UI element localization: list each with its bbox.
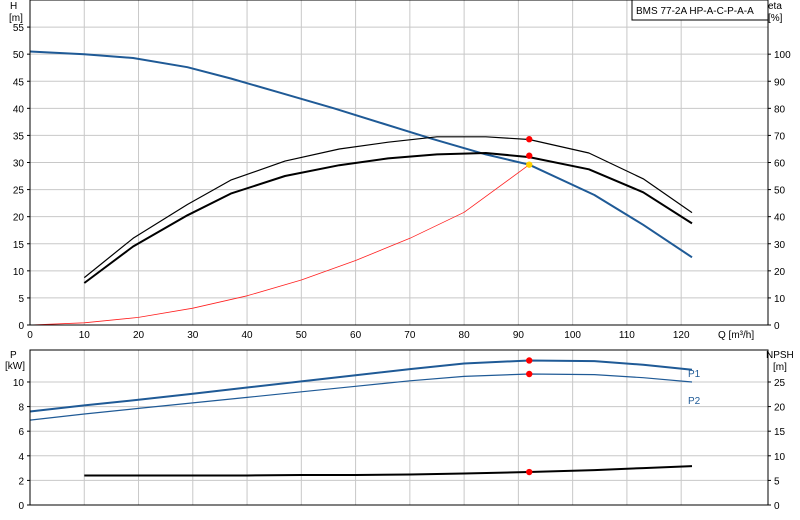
x-tick-label: 50 [296, 330, 308, 341]
y-left-tick-label: 8 [18, 403, 24, 414]
y-left-tick-label: 25 [13, 186, 25, 197]
y-right-tick-label: 20 [774, 267, 786, 278]
operating-point-marker [526, 136, 533, 143]
x-tick-label: 0 [27, 330, 33, 341]
y-right-tick-label: 30 [774, 240, 786, 251]
x-axis-label: Q [m³/h] [718, 330, 754, 341]
y-left-tick-label: 10 [13, 267, 25, 278]
x-tick-label: 30 [187, 330, 199, 341]
x-tick-label: 60 [350, 330, 362, 341]
x-tick-label: 70 [404, 330, 416, 341]
y-right-tick-label: 25 [774, 378, 786, 389]
y-left-tick-label: 10 [13, 378, 25, 389]
operating-point-marker [526, 370, 533, 378]
y-right-tick-label: 40 [774, 213, 786, 224]
top-y-left-unit: [m] [9, 13, 23, 24]
bottom-y-left-unit: [kW] [5, 361, 25, 372]
y-right-tick-label: 0 [774, 501, 780, 512]
y-left-tick-label: 0 [18, 501, 24, 512]
y-left-tick-label: 15 [13, 240, 25, 251]
top-y-left-label: H [10, 1, 17, 12]
y-left-tick-label: 6 [18, 427, 24, 438]
p1-series-label: P1 [688, 369, 701, 380]
top-y-right-label: eta [768, 1, 782, 12]
top-y-right-unit: [%] [768, 13, 783, 24]
x-tick-label: 90 [513, 330, 525, 341]
y-left-tick-label: 20 [13, 213, 25, 224]
x-tick-label: 40 [241, 330, 253, 341]
y-right-tick-label: 15 [774, 427, 786, 438]
y-left-tick-label: 45 [13, 77, 25, 88]
bottom-y-left-label: P [10, 350, 17, 361]
y-right-tick-label: 100 [774, 50, 791, 61]
y-left-tick-label: 35 [13, 131, 25, 142]
y-left-tick-label: 4 [18, 452, 24, 463]
y-left-tick-label: 55 [13, 23, 25, 34]
y-right-tick-label: 90 [774, 77, 786, 88]
y-right-tick-label: 10 [774, 294, 786, 305]
operating-point-marker [526, 357, 533, 364]
x-tick-label: 120 [673, 330, 690, 341]
y-right-tick-label: 60 [774, 159, 786, 170]
p2-series-label: P2 [688, 396, 701, 407]
x-tick-label: 110 [619, 330, 635, 341]
y-right-tick-label: 50 [774, 186, 786, 197]
y-left-tick-label: 5 [18, 294, 24, 305]
y-left-tick-label: 2 [18, 476, 24, 487]
operating-point-marker [526, 161, 533, 168]
y-left-tick-label: 40 [13, 104, 25, 115]
y-left-tick-label: 0 [18, 321, 24, 332]
y-left-tick-label: 50 [13, 50, 25, 61]
x-tick-label: 20 [133, 330, 145, 341]
pump-performance-chart: 0510152025303540455055010203040506070809… [0, 0, 800, 520]
bottom-y-right-label: NPSH [766, 350, 794, 361]
y-right-tick-label: 0 [774, 321, 780, 332]
y-right-tick-label: 10 [774, 452, 786, 463]
y-left-tick-label: 30 [13, 159, 25, 170]
operating-point-marker [526, 152, 533, 159]
y-right-tick-label: 80 [774, 104, 786, 115]
pump-title: BMS 77-2A HP-A-C-P-A-A [636, 6, 754, 17]
y-right-tick-label: 70 [774, 131, 786, 142]
y-right-tick-label: 20 [774, 403, 786, 414]
y-right-tick-label: 5 [774, 476, 780, 487]
x-tick-label: 100 [564, 330, 581, 341]
bottom-y-right-unit: [m] [773, 362, 787, 373]
chart-background [0, 0, 800, 520]
operating-point-marker [526, 468, 533, 476]
x-tick-label: 10 [79, 330, 91, 341]
x-tick-label: 80 [459, 330, 471, 341]
